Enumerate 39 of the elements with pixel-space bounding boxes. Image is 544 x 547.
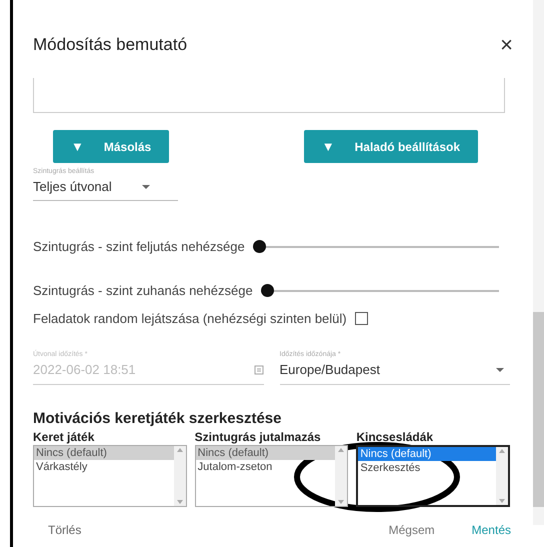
listbox[interactable]: Nincs (default) Jutalom-zseton [194, 444, 348, 506]
text-area[interactable] [33, 78, 505, 113]
listbox-option[interactable]: Jutalom-zseton [196, 460, 336, 474]
scrollbar[interactable] [174, 446, 186, 506]
slider-track[interactable] [260, 284, 499, 297]
scroll-down-icon[interactable] [338, 500, 344, 504]
slider-label: Szintugrás - szint feljutás nehézsége [33, 238, 245, 256]
scrollbar-thumb[interactable] [533, 312, 544, 507]
checkbox[interactable] [354, 312, 368, 325]
close-button[interactable]: × [500, 34, 513, 56]
listbox-option[interactable]: Várkastély [34, 460, 174, 474]
listbox-label: Kincsesládák [356, 428, 434, 444]
slider-label: Szintugrás - szint zuhanás nehézsége [33, 282, 253, 300]
slider-thumb[interactable] [252, 240, 266, 253]
listbox-label: Szintugrás jutalmazás [194, 428, 322, 444]
delete-button[interactable]: Törlés [48, 520, 82, 538]
scrollbar[interactable] [533, 0, 544, 525]
slider-track[interactable] [252, 240, 499, 253]
listbox[interactable]: Nincs (default) Várkastély [33, 444, 187, 506]
listbox-label: Keret játék [33, 428, 96, 444]
checkbox-label: Feladatok random lejátszása (nehézségi szinten belül) [33, 310, 347, 328]
listbox-option[interactable]: Nincs (default) [196, 446, 336, 460]
slider-thumb[interactable] [260, 284, 274, 297]
dropdown-arrow-icon [142, 184, 150, 189]
cancel-button[interactable]: Mégsem [388, 520, 435, 538]
listbox-option[interactable]: Szerkesztés [358, 460, 496, 474]
scroll-up-icon[interactable] [176, 448, 183, 452]
scroll-up-icon[interactable] [338, 448, 344, 452]
listbox-option[interactable]: Nincs (default) [34, 446, 174, 460]
scroll-down-icon[interactable] [499, 498, 506, 502]
scroll-up-icon[interactable] [499, 448, 506, 452]
listbox[interactable]: Nincs (default) Szerkesztés [356, 444, 510, 506]
scrollbar[interactable] [335, 446, 348, 506]
scrollbar[interactable] [496, 446, 508, 504]
dialog-title: Módosítás bemutató [33, 34, 188, 56]
scroll-down-icon[interactable] [176, 500, 183, 504]
section-heading: Motivációs keretjáték szerkesztése [33, 408, 282, 428]
dropdown-arrow-icon [496, 368, 504, 372]
listbox-option[interactable]: Nincs (default) [358, 446, 496, 460]
